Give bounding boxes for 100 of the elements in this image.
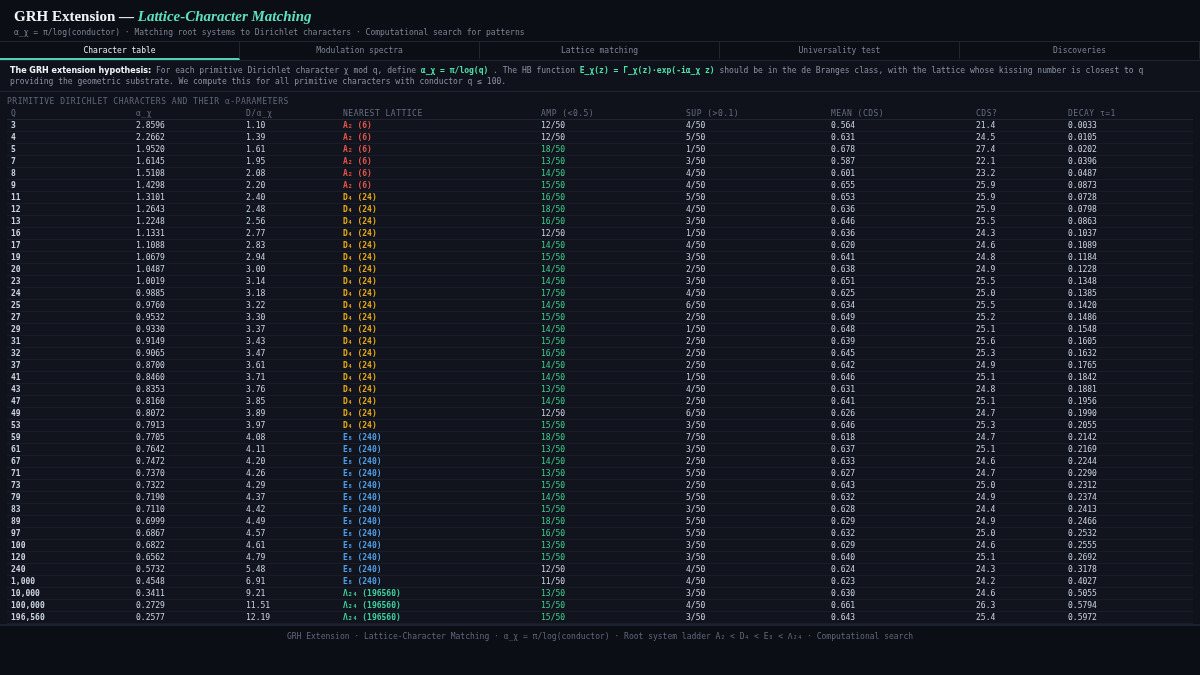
table-cell-text: 0.2532: [1067, 528, 1097, 539]
table-cell-text: 0.651: [830, 276, 856, 287]
table-cell-text: 25.3: [975, 348, 996, 359]
tab[interactable]: Discoveries: [960, 42, 1200, 60]
table-cell-text: 2/50: [685, 336, 706, 347]
table-cell-text: 3.61: [245, 360, 266, 371]
table-cell-text: 12/50: [540, 120, 566, 131]
table-cell-text: 0.7913: [135, 420, 165, 431]
table-cell-text: 0.639: [830, 336, 856, 347]
tab[interactable]: Universality test: [720, 42, 960, 60]
table-cell-text: D₄ (24): [342, 240, 377, 251]
table-cell-text: 3.37: [245, 324, 266, 335]
table-cell-text: 0.7472: [135, 456, 165, 467]
table-cell-text: 18/50: [540, 144, 566, 155]
table-cell-text: 4/50: [685, 576, 706, 587]
table-cell-text: 0.9330: [135, 324, 165, 335]
table-cell-text: 0.2290: [1067, 468, 1097, 479]
table-cell-text: 1.3101: [135, 192, 165, 203]
table-cell-text: 0.9760: [135, 300, 165, 311]
page-subtitle: α_χ = π/log(conductor) · Matching root systems to Dirichlet characters · Computational search for patterns: [14, 28, 526, 37]
table-cell-text: 0.2169: [1067, 444, 1097, 455]
table-cell-text: Λ₂₄ (196560): [342, 600, 401, 611]
table-cell-text: 7/50: [685, 432, 706, 443]
table-cell-text: D₄ (24): [342, 348, 377, 359]
table-cell-text: 5/50: [685, 132, 706, 143]
column-header: CDS?: [975, 109, 998, 118]
table-cell-text: 2/50: [685, 456, 706, 467]
column-header: α_χ: [135, 109, 152, 118]
table-cell-text: 17: [10, 240, 21, 251]
table-cell-text: 18/50: [540, 432, 566, 443]
table-cell-text: 0.643: [830, 480, 856, 491]
table-cell-text: 0.1348: [1067, 276, 1097, 287]
table-cell-text: 25.9: [975, 192, 996, 203]
table-cell-text: 79: [10, 492, 21, 503]
table-cell-text: 0.632: [830, 492, 856, 503]
table-cell-text: 0.8700: [135, 360, 165, 371]
table-cell-text: 2/50: [685, 348, 706, 359]
table-cell-text: 3/50: [685, 156, 706, 167]
table-cell-text: 3.47: [245, 348, 266, 359]
table-cell-text: 10,000: [10, 588, 40, 599]
table-cell-text: 2.40: [245, 192, 266, 203]
table-cell-text: 24.6: [975, 456, 996, 467]
table-cell-text: 73: [10, 480, 21, 491]
table-cell-text: 0.7322: [135, 480, 165, 491]
table-cell-text: 4.26: [245, 468, 266, 479]
table-cell-text: 0.636: [830, 228, 856, 239]
table-cell-text: D₄ (24): [342, 204, 377, 215]
table-cell-text: D₄ (24): [342, 192, 377, 203]
table-cell-text: 27: [10, 312, 21, 323]
table-cell-text: 0.1632: [1067, 348, 1097, 359]
table-cell-text: 5/50: [685, 468, 706, 479]
table-cell-text: E₈ (240): [342, 504, 382, 515]
table-cell-text: 0.2244: [1067, 456, 1097, 467]
tab[interactable]: Modulation spectra: [240, 42, 480, 60]
table-cell-text: 0.640: [830, 552, 856, 563]
table-cell-text: 14/50: [540, 168, 566, 179]
table-cell-text: 0.661: [830, 600, 856, 611]
table-cell-text: 0.1184: [1067, 252, 1097, 263]
table-cell-text: 16/50: [540, 216, 566, 227]
table-cell-text: 3/50: [685, 276, 706, 287]
table-cell-text: 4.79: [245, 552, 266, 563]
table-cell-text: 14/50: [540, 324, 566, 335]
table-cell-text: 0.631: [830, 132, 856, 143]
table-cell-text: 0.0033: [1067, 120, 1097, 131]
tab[interactable]: Character table: [0, 42, 240, 60]
table-cell-text: 0.0105: [1067, 132, 1097, 143]
table-cell-text: A₂ (6): [342, 156, 372, 167]
table-cell-text: E₈ (240): [342, 564, 382, 575]
table-cell-text: 0.2055: [1067, 420, 1097, 431]
table-cell-text: E₈ (240): [342, 480, 382, 491]
table-cell-text: D₄ (24): [342, 420, 377, 431]
table-cell-text: E₈ (240): [342, 552, 382, 563]
table-cell-text: 2.56: [245, 216, 266, 227]
table-cell-text: 0.2555: [1067, 540, 1097, 551]
table-cell-text: 24.2: [975, 576, 996, 587]
tab[interactable]: Lattice matching: [480, 42, 720, 60]
table-cell-text: D₄ (24): [342, 408, 377, 419]
table-cell-text: 24.7: [975, 408, 996, 419]
table-cell-text: 240: [10, 564, 26, 575]
table-cell-text: 0.641: [830, 396, 856, 407]
table-cell-text: 15/50: [540, 600, 566, 611]
table-cell-text: 43: [10, 384, 21, 395]
table-cell-text: E₈ (240): [342, 456, 382, 467]
table-cell-text: 18/50: [540, 516, 566, 527]
table-cell-text: 3/50: [685, 552, 706, 563]
table-cell-text: 4/50: [685, 384, 706, 395]
table-cell-text: 0.643: [830, 612, 856, 623]
table-cell-text: 0.636: [830, 204, 856, 215]
table-cell-text: 22.1: [975, 156, 996, 167]
table-cell-text: 2.20: [245, 180, 266, 191]
table-cell-text: 6/50: [685, 408, 706, 419]
table-cell-text: 2/50: [685, 480, 706, 491]
table-cell-text: D₄ (24): [342, 228, 377, 239]
table-cell-text: 0.7642: [135, 444, 165, 455]
table-cell-text: 0.678: [830, 144, 856, 155]
table-cell-text: 17/50: [540, 288, 566, 299]
table-cell-text: 27.4: [975, 144, 996, 155]
table-cell-text: 0.646: [830, 372, 856, 383]
table-cell-text: D₄ (24): [342, 288, 377, 299]
table-cell-text: 4.57: [245, 528, 266, 539]
